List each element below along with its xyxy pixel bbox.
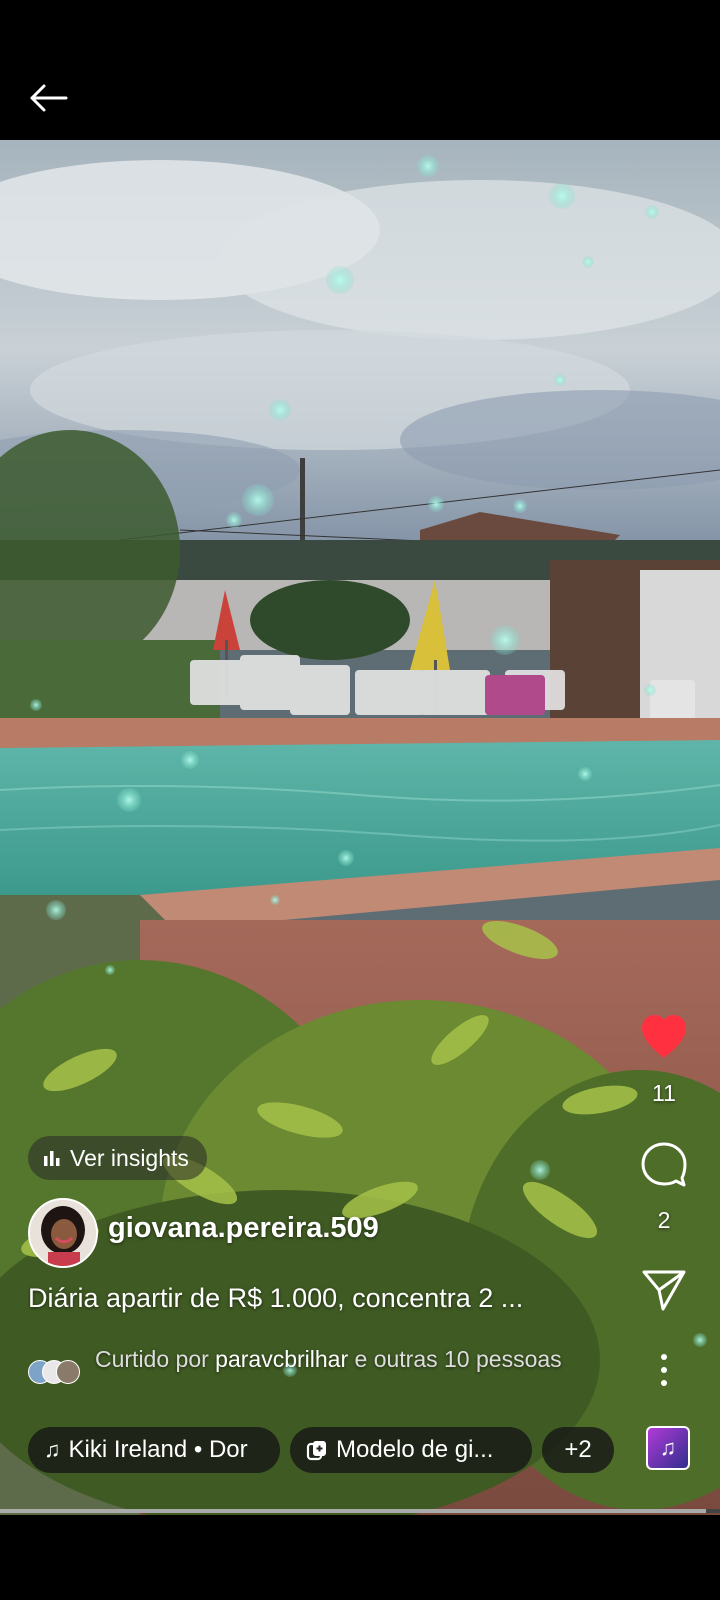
music-chip[interactable]: ♫ Kiki Ireland • Dor <box>28 1427 280 1473</box>
template-icon <box>306 1441 326 1461</box>
send-icon <box>642 1270 686 1311</box>
video-progress-bar[interactable] <box>0 1509 720 1513</box>
audio-page-button[interactable]: ♫ <box>646 1426 690 1470</box>
insights-label: Ver insights <box>70 1144 189 1171</box>
top-bar <box>0 0 720 140</box>
more-icon <box>661 1354 667 1386</box>
back-arrow-icon <box>30 84 68 112</box>
comment-count: 2 <box>657 1207 671 1233</box>
more-chips-button[interactable]: +2 <box>542 1427 614 1473</box>
progress-fill <box>0 1509 706 1513</box>
liked-by-avatars <box>28 1360 84 1384</box>
template-chip[interactable]: Modelo de gi... <box>290 1427 532 1473</box>
share-button[interactable] <box>634 1268 694 1317</box>
comment-icon <box>641 1142 687 1187</box>
like-count: 11 <box>652 1080 676 1106</box>
liked-by-user[interactable]: paravcbrilhar <box>215 1346 348 1372</box>
reel-chips: ♫ Kiki Ireland • Dor Modelo de gi... +2 <box>28 1427 614 1473</box>
liked-by-text[interactable]: Curtido por paravcbrilhar e outras 10 pe… <box>95 1343 585 1375</box>
username-link[interactable]: giovana.pereira.509 <box>108 1212 379 1245</box>
post-caption[interactable]: Diária apartir de R$ 1.000, concentra 2 … <box>28 1283 618 1314</box>
comment-button[interactable] <box>634 1140 694 1193</box>
music-note-icon: ♫ <box>44 1437 61 1462</box>
chart-icon <box>44 1151 60 1166</box>
avatar[interactable] <box>28 1198 98 1268</box>
profile-photo <box>30 1200 96 1266</box>
like-button[interactable] <box>634 1014 694 1065</box>
music-note-icon: ♫ <box>659 1435 677 1460</box>
more-options-button[interactable] <box>634 1352 694 1393</box>
heart-icon <box>642 1015 686 1058</box>
view-insights-button[interactable]: Ver insights <box>28 1136 207 1180</box>
back-button[interactable] <box>22 72 74 124</box>
